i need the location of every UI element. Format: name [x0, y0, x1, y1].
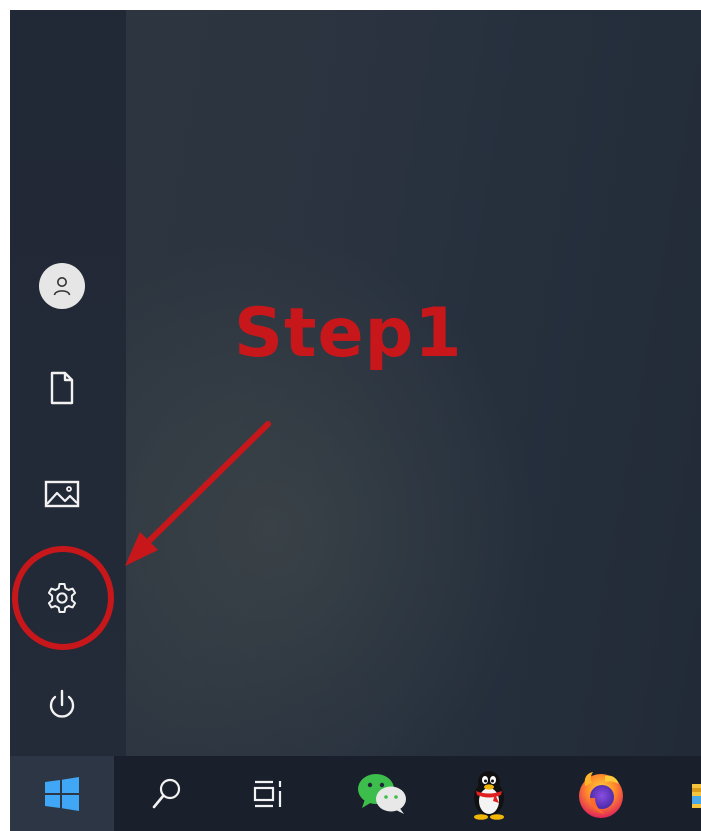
power-button[interactable] [24, 674, 100, 738]
step-label: Step1 [234, 294, 463, 373]
windows-logo-icon [45, 776, 79, 811]
search-button[interactable] [124, 756, 210, 831]
documents-button[interactable] [24, 356, 100, 420]
power-icon [49, 689, 75, 718]
document-icon [50, 371, 74, 405]
folder-icon [692, 783, 701, 808]
qq-button[interactable] [446, 756, 532, 831]
task-view-icon [253, 780, 282, 807]
firefox-button[interactable] [558, 756, 644, 831]
wechat-icon [358, 773, 406, 814]
start-menu [10, 10, 701, 756]
wechat-button[interactable] [340, 756, 426, 831]
settings-button[interactable] [24, 566, 100, 630]
start-button[interactable] [10, 756, 114, 831]
taskbar [10, 756, 701, 831]
avatar [39, 263, 85, 309]
pictures-button[interactable] [24, 462, 100, 526]
firefox-icon [579, 771, 623, 818]
user-avatar-icon [53, 277, 71, 296]
user-account-button[interactable] [24, 254, 100, 318]
search-icon [152, 778, 181, 808]
file-explorer-button[interactable] [670, 756, 701, 831]
gear-icon [47, 583, 77, 613]
picture-icon [44, 480, 80, 508]
desktop-screen: Step1 [10, 10, 701, 831]
qq-penguin-icon [474, 770, 504, 820]
task-view-button[interactable] [226, 756, 312, 831]
start-menu-side-rail [10, 10, 126, 756]
